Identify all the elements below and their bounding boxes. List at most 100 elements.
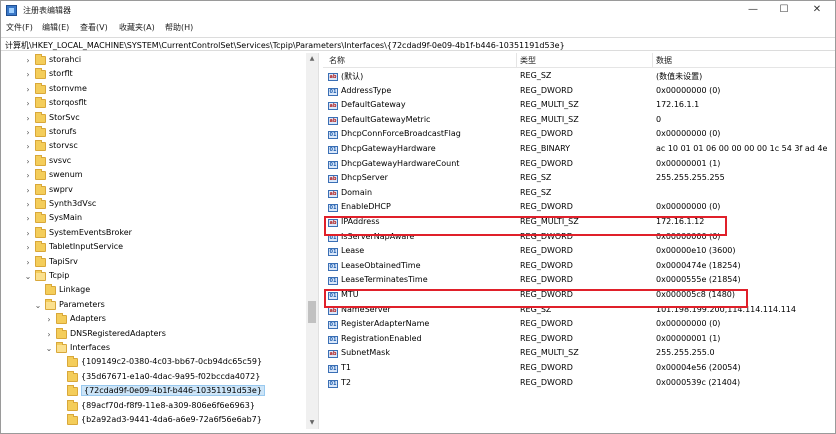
tree-item-label[interactable]: Adapters — [70, 314, 106, 323]
tree-item[interactable]: › storahci — [1, 54, 301, 68]
value-row[interactable]: ab DhcpServer REG_SZ 255.255.255.255 — [323, 172, 835, 186]
values-list-pane[interactable]: 名称 类型 数据 ab (默认) REG_SZ (数值未设置) 01 AddressTyp… — [323, 53, 835, 429]
value-name[interactable]: (默认) — [341, 71, 363, 82]
value-name[interactable]: DefaultGatewayMetric — [341, 115, 430, 124]
tree-item[interactable]: › TabletInputService — [1, 241, 301, 255]
value-row[interactable]: 01 DhcpGatewayHardware REG_BINARY ac 10 01 … — [323, 143, 835, 157]
chevron-right-icon[interactable]: › — [24, 140, 32, 154]
tree-item-label[interactable]: {35d67671-e1a0-4dac-9a95-f02bccda4072} — [81, 372, 260, 381]
tree-item-label[interactable]: storflt — [49, 69, 73, 78]
tree-item-label[interactable]: DNSRegisteredAdapters — [70, 329, 166, 338]
value-row[interactable]: 01 DhcpConnForceBroadcastFlag REG_DWORD 0x0… — [323, 128, 835, 142]
tree-item[interactable]: ⌄ Interfaces — [1, 342, 301, 356]
chevron-right-icon[interactable]: › — [24, 241, 32, 255]
tree-item[interactable]: › SystemEventsBroker — [1, 226, 301, 241]
tree-item-label[interactable]: storvsc — [49, 141, 78, 150]
value-row[interactable]: ab (默认) REG_SZ (数值未设置) — [323, 70, 835, 84]
tree-item[interactable]: Linkage — [1, 284, 301, 298]
value-row[interactable]: 01 T1 REG_DWORD 0x00004e56 (20054) — [323, 362, 835, 376]
chevron-right-icon[interactable]: › — [24, 68, 32, 82]
tree-item-label[interactable]: stornvme — [49, 84, 87, 93]
menu-edit[interactable]: 编辑(E) — [42, 22, 69, 33]
minimize-button[interactable]: — — [743, 3, 763, 17]
tree-item-label[interactable]: SysMain — [49, 213, 82, 222]
value-row[interactable]: 01 Lease REG_DWORD 0x00000e10 (3600) — [323, 245, 835, 259]
menu-file[interactable]: 文件(F) — [6, 22, 33, 33]
tree-item[interactable]: {b2a92ad3-9441-4da6-a6e9-72a6f56e6ab7} — [1, 414, 301, 428]
chevron-right-icon[interactable]: › — [24, 54, 32, 68]
tree-item[interactable]: › swenum — [1, 169, 301, 183]
tree-item[interactable]: ⌄ Tcpip — [1, 270, 301, 284]
tree-item[interactable]: › Adapters — [1, 313, 301, 327]
chevron-right-icon[interactable]: › — [24, 198, 32, 212]
tree-item[interactable]: › storvsc — [1, 140, 301, 154]
tree-item-label[interactable]: {72cdad9f-0e09-4b1f-b446-10351191d53e} — [81, 385, 265, 397]
value-name[interactable]: LeaseTerminatesTime — [341, 275, 428, 284]
value-name[interactable]: DhcpGatewayHardwareCount — [341, 159, 459, 168]
tree-item[interactable]: › storflt — [1, 68, 301, 82]
tree-item[interactable]: {109149c2-0380-4c03-bb67-0cb94dc65c59} — [1, 356, 301, 370]
menu-view[interactable]: 查看(V) — [80, 22, 108, 33]
tree-item[interactable]: › SysMain — [1, 212, 301, 226]
tree-item-label[interactable]: storahci — [49, 55, 81, 64]
value-row[interactable]: 01 LeaseTerminatesTime REG_DWORD 0x0000555e… — [323, 274, 835, 288]
tree-item-label[interactable]: Linkage — [59, 285, 90, 294]
menu-favorites[interactable]: 收藏夹(A) — [119, 22, 155, 33]
chevron-down-icon[interactable]: ⌄ — [24, 270, 32, 284]
chevron-right-icon[interactable]: › — [24, 126, 32, 140]
tree-item[interactable]: {35d67671-e1a0-4dac-9a95-f02bccda4072} — [1, 370, 301, 385]
address-path[interactable]: 计算机\HKEY_LOCAL_MACHINE\SYSTEM\CurrentCon… — [5, 40, 565, 51]
column-header-name[interactable]: 名称 — [329, 55, 345, 66]
chevron-right-icon[interactable]: › — [45, 328, 53, 342]
tree-item-label[interactable]: Interfaces — [70, 343, 110, 352]
value-row[interactable]: ab DefaultGateway REG_MULTI_SZ 172.16.1.1 — [323, 99, 835, 113]
tree-item-label[interactable]: swprv — [49, 185, 73, 194]
scroll-up-arrow-icon[interactable]: ▲ — [306, 53, 318, 65]
chevron-right-icon[interactable]: › — [24, 227, 32, 241]
tree-item-label[interactable]: StorSvc — [49, 113, 80, 122]
menu-help[interactable]: 帮助(H) — [165, 22, 193, 33]
value-row[interactable]: 01 T2 REG_DWORD 0x0000539c (21404) — [323, 377, 835, 391]
value-row[interactable]: 01 EnableDHCP REG_DWORD 0x00000000 (0) — [323, 201, 835, 215]
value-name[interactable]: T2 — [341, 378, 351, 387]
chevron-right-icon[interactable]: › — [24, 184, 32, 198]
value-row[interactable]: 01 DhcpGatewayHardwareCount REG_DWORD 0x000… — [323, 158, 835, 172]
maximize-button[interactable]: ☐ — [774, 3, 794, 17]
tree-item[interactable]: › stornvme — [1, 82, 301, 97]
value-row[interactable]: 01 RegisterAdapterName REG_DWORD 0x00000000… — [323, 318, 835, 332]
chevron-down-icon[interactable]: ⌄ — [34, 299, 42, 313]
tree-item[interactable]: ⌄ Parameters — [1, 298, 301, 313]
close-button[interactable]: ✕ — [807, 3, 827, 17]
column-header-type[interactable]: 类型 — [520, 55, 536, 66]
value-name[interactable]: T1 — [341, 363, 351, 372]
chevron-right-icon[interactable]: › — [24, 83, 32, 97]
chevron-right-icon[interactable]: › — [24, 112, 32, 126]
tree-item-label[interactable]: TapiSrv — [49, 257, 78, 266]
tree-item-label[interactable]: Tcpip — [49, 271, 69, 280]
value-name[interactable]: AddressType — [341, 86, 391, 95]
value-name[interactable]: SubnetMask — [341, 348, 390, 357]
value-row[interactable]: 01 AddressType REG_DWORD 0x00000000 (0) — [323, 85, 835, 99]
tree-scrollbar-thumb[interactable] — [308, 301, 316, 323]
value-row[interactable]: 01 LeaseObtainedTime REG_DWORD 0x0000474e (… — [323, 260, 835, 274]
chevron-down-icon[interactable]: ⌄ — [45, 342, 53, 356]
column-header-data[interactable]: 数据 — [656, 55, 672, 66]
chevron-right-icon[interactable]: › — [45, 313, 53, 327]
tree-item[interactable]: › TapiSrv — [1, 255, 301, 270]
chevron-right-icon[interactable]: › — [24, 169, 32, 183]
tree-item[interactable]: › svsvc — [1, 154, 301, 169]
value-row[interactable]: ab DefaultGatewayMetric REG_MULTI_SZ 0 — [323, 114, 835, 128]
value-row[interactable]: ab SubnetMask REG_MULTI_SZ 255.255.255.0 — [323, 347, 835, 361]
tree-item[interactable]: › swprv — [1, 183, 301, 198]
value-name[interactable]: RegistrationEnabled — [341, 334, 422, 343]
tree-item[interactable]: › StorSvc — [1, 111, 301, 126]
tree-item-label[interactable]: {89acf70d-f8f9-11e8-a309-806e6f6e6963} — [81, 401, 255, 410]
chevron-right-icon[interactable]: › — [24, 155, 32, 169]
value-row[interactable]: ab Domain REG_SZ — [323, 187, 835, 201]
scroll-down-arrow-icon[interactable]: ▼ — [306, 417, 318, 429]
value-name[interactable]: DhcpServer — [341, 173, 388, 182]
chevron-right-icon[interactable]: › — [24, 212, 32, 226]
tree-item[interactable]: › storufs — [1, 126, 301, 140]
tree-item-label[interactable]: swenum — [49, 170, 83, 179]
tree-item[interactable]: {72cdad9f-0e09-4b1f-b446-10351191d53e} — [1, 385, 301, 399]
